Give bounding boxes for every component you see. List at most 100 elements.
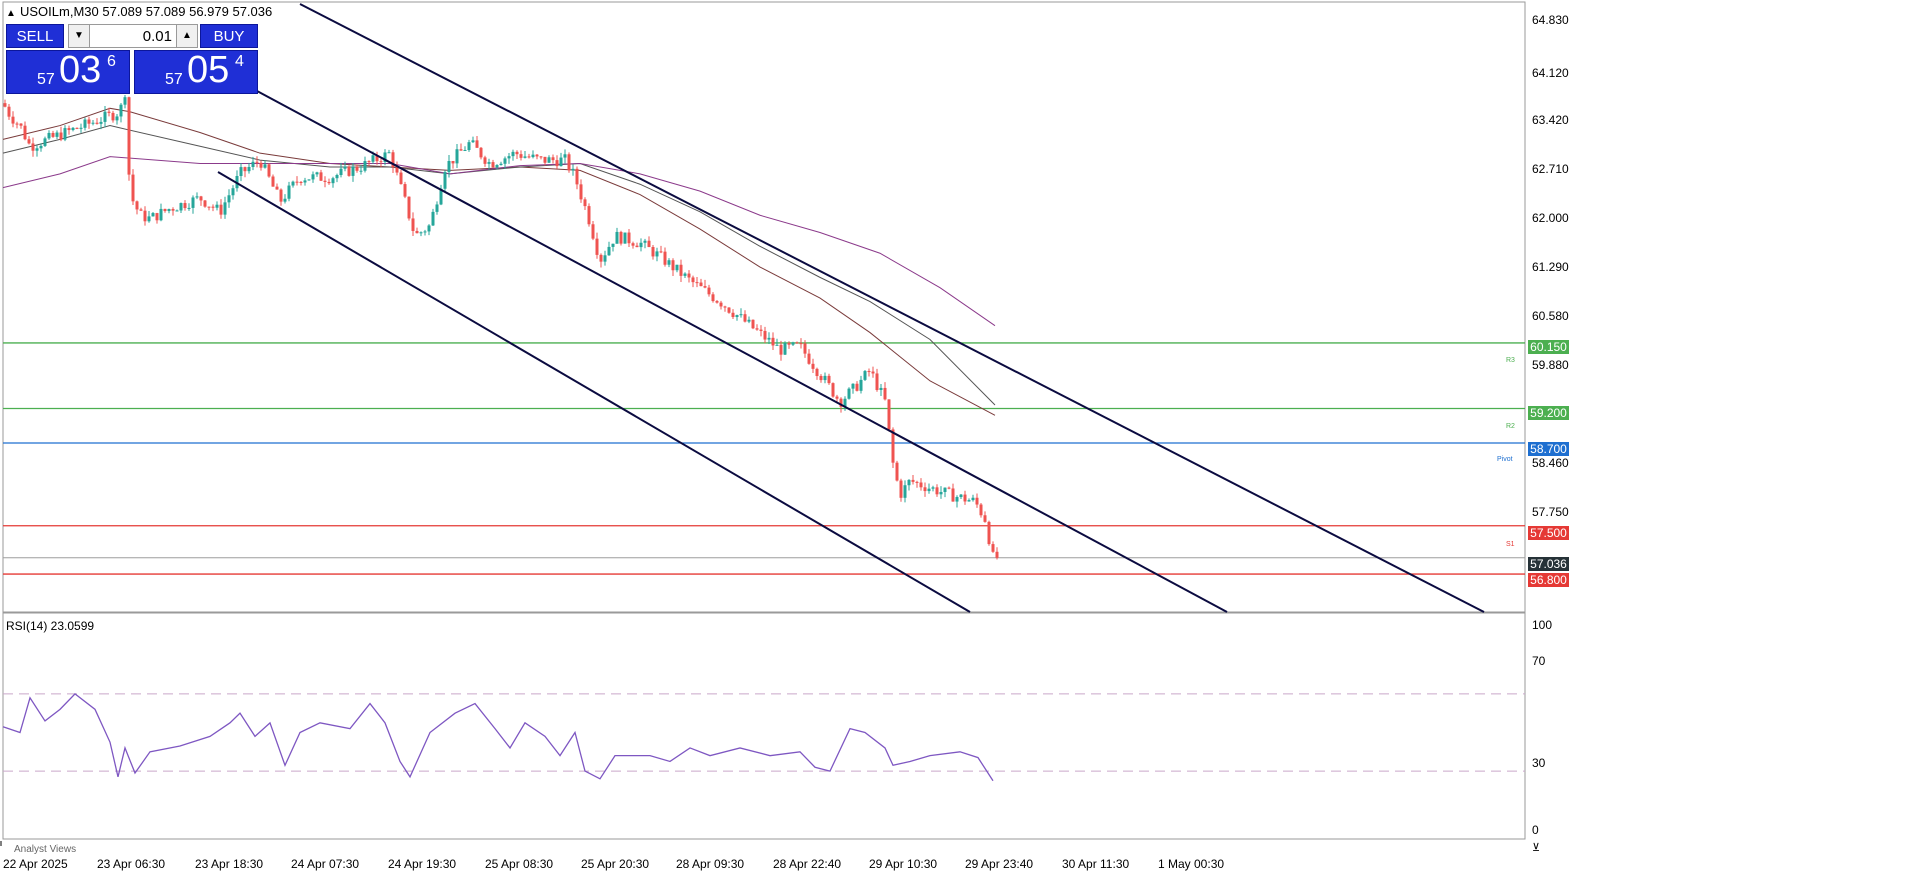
volume-decrease-button[interactable]: ▼ bbox=[68, 24, 90, 48]
candle-body bbox=[395, 167, 399, 173]
candle-body bbox=[703, 286, 707, 288]
candle bbox=[707, 284, 711, 297]
candle-body bbox=[851, 383, 855, 389]
candle-body bbox=[379, 161, 383, 163]
candle-body bbox=[551, 157, 555, 161]
candle bbox=[623, 232, 627, 244]
candle-body bbox=[87, 119, 91, 124]
candle bbox=[135, 200, 139, 215]
ma-fast-line bbox=[2, 107, 996, 416]
scale-fix-icon[interactable]: ⊻ bbox=[1532, 842, 1540, 854]
candle bbox=[395, 161, 399, 176]
candle-body bbox=[607, 246, 611, 256]
pivot-price-tag: 58.700 bbox=[1528, 442, 1569, 456]
candle bbox=[559, 152, 563, 167]
candle-body bbox=[331, 178, 335, 184]
candle bbox=[927, 483, 931, 494]
candle-body bbox=[779, 344, 783, 355]
candle bbox=[211, 204, 215, 212]
price-tick: 63.420 bbox=[1532, 113, 1569, 127]
rsi-tick: 0 bbox=[1532, 823, 1539, 837]
time-tick: 25 Apr 08:30 bbox=[485, 857, 553, 871]
r2-line-label: R2 bbox=[1506, 423, 1515, 430]
candle-body bbox=[507, 156, 511, 159]
low-price-tag: 56.800 bbox=[1528, 573, 1569, 587]
candle-body bbox=[931, 487, 935, 489]
candle bbox=[947, 486, 951, 490]
candle bbox=[691, 275, 695, 288]
candle-body bbox=[475, 140, 479, 148]
candle bbox=[71, 127, 75, 132]
candle-body bbox=[595, 238, 599, 255]
buy-button[interactable]: BUY bbox=[200, 24, 258, 48]
candle bbox=[443, 170, 447, 192]
candle bbox=[23, 121, 27, 141]
candle-body bbox=[471, 140, 475, 143]
candle bbox=[935, 484, 939, 497]
time-tick: 24 Apr 19:30 bbox=[388, 857, 456, 871]
candle-body bbox=[159, 208, 163, 221]
candle bbox=[267, 163, 271, 178]
candle-body bbox=[359, 170, 363, 172]
candle bbox=[139, 207, 143, 211]
candle-body bbox=[175, 210, 179, 212]
r3-price-tag: 60.150 bbox=[1528, 340, 1569, 354]
trend-channel[interactable] bbox=[217, 3, 1485, 613]
candle-body bbox=[35, 148, 39, 151]
candle bbox=[319, 169, 323, 181]
candle bbox=[191, 195, 195, 214]
candle-body bbox=[283, 198, 287, 202]
candle bbox=[51, 130, 55, 138]
candle bbox=[15, 121, 19, 129]
buy-quote[interactable]: 57 05 4 bbox=[134, 49, 258, 94]
candle bbox=[279, 188, 283, 206]
candle bbox=[651, 245, 655, 260]
s1-line-label: S1 bbox=[1506, 541, 1515, 548]
price-tick: 59.880 bbox=[1532, 358, 1569, 372]
candle bbox=[143, 206, 147, 226]
candle bbox=[819, 374, 823, 383]
candle bbox=[83, 117, 87, 131]
candle-body bbox=[967, 500, 971, 502]
candle bbox=[291, 180, 295, 188]
candle bbox=[579, 179, 583, 203]
candle bbox=[179, 202, 183, 213]
ma-mid-line bbox=[2, 125, 996, 406]
price-tick: 58.460 bbox=[1532, 456, 1569, 470]
candle-body bbox=[47, 132, 51, 139]
collapse-triangle-icon[interactable]: ▲ bbox=[6, 8, 16, 19]
candle bbox=[243, 166, 247, 178]
volume-increase-button[interactable]: ▲ bbox=[176, 24, 198, 48]
candle-body bbox=[711, 294, 715, 302]
candle-body bbox=[523, 156, 527, 158]
candle-body bbox=[771, 337, 775, 346]
candle bbox=[627, 229, 631, 248]
candle-body bbox=[719, 302, 723, 307]
candle bbox=[823, 372, 827, 384]
candle bbox=[587, 203, 591, 227]
candle-body bbox=[539, 156, 543, 158]
candle bbox=[919, 478, 923, 491]
time-tick: 30 Apr 11:30 bbox=[1062, 857, 1129, 871]
candle-body bbox=[71, 127, 75, 131]
price-tick: 57.750 bbox=[1532, 505, 1569, 519]
candle bbox=[607, 241, 611, 256]
volume-input[interactable] bbox=[90, 24, 176, 48]
candle bbox=[119, 103, 123, 123]
candle bbox=[611, 243, 615, 252]
sell-button[interactable]: SELL bbox=[6, 24, 64, 48]
candle bbox=[895, 460, 899, 482]
candle bbox=[423, 229, 427, 236]
sell-quote[interactable]: 57 03 6 bbox=[6, 49, 130, 94]
chart-canvas[interactable]: 64.830 64.120 63.420 62.710 62.000 61.29… bbox=[0, 0, 1916, 874]
candle-body bbox=[63, 128, 67, 140]
candle-body bbox=[491, 162, 495, 168]
candle bbox=[671, 258, 675, 276]
analyst-views-tab[interactable]: Analyst Views bbox=[14, 844, 76, 855]
candle bbox=[831, 382, 835, 398]
candle-body bbox=[591, 224, 595, 239]
candle bbox=[619, 230, 623, 246]
candle-body bbox=[651, 247, 655, 257]
candle-body bbox=[259, 162, 263, 168]
rsi-tick: 70 bbox=[1532, 654, 1546, 668]
